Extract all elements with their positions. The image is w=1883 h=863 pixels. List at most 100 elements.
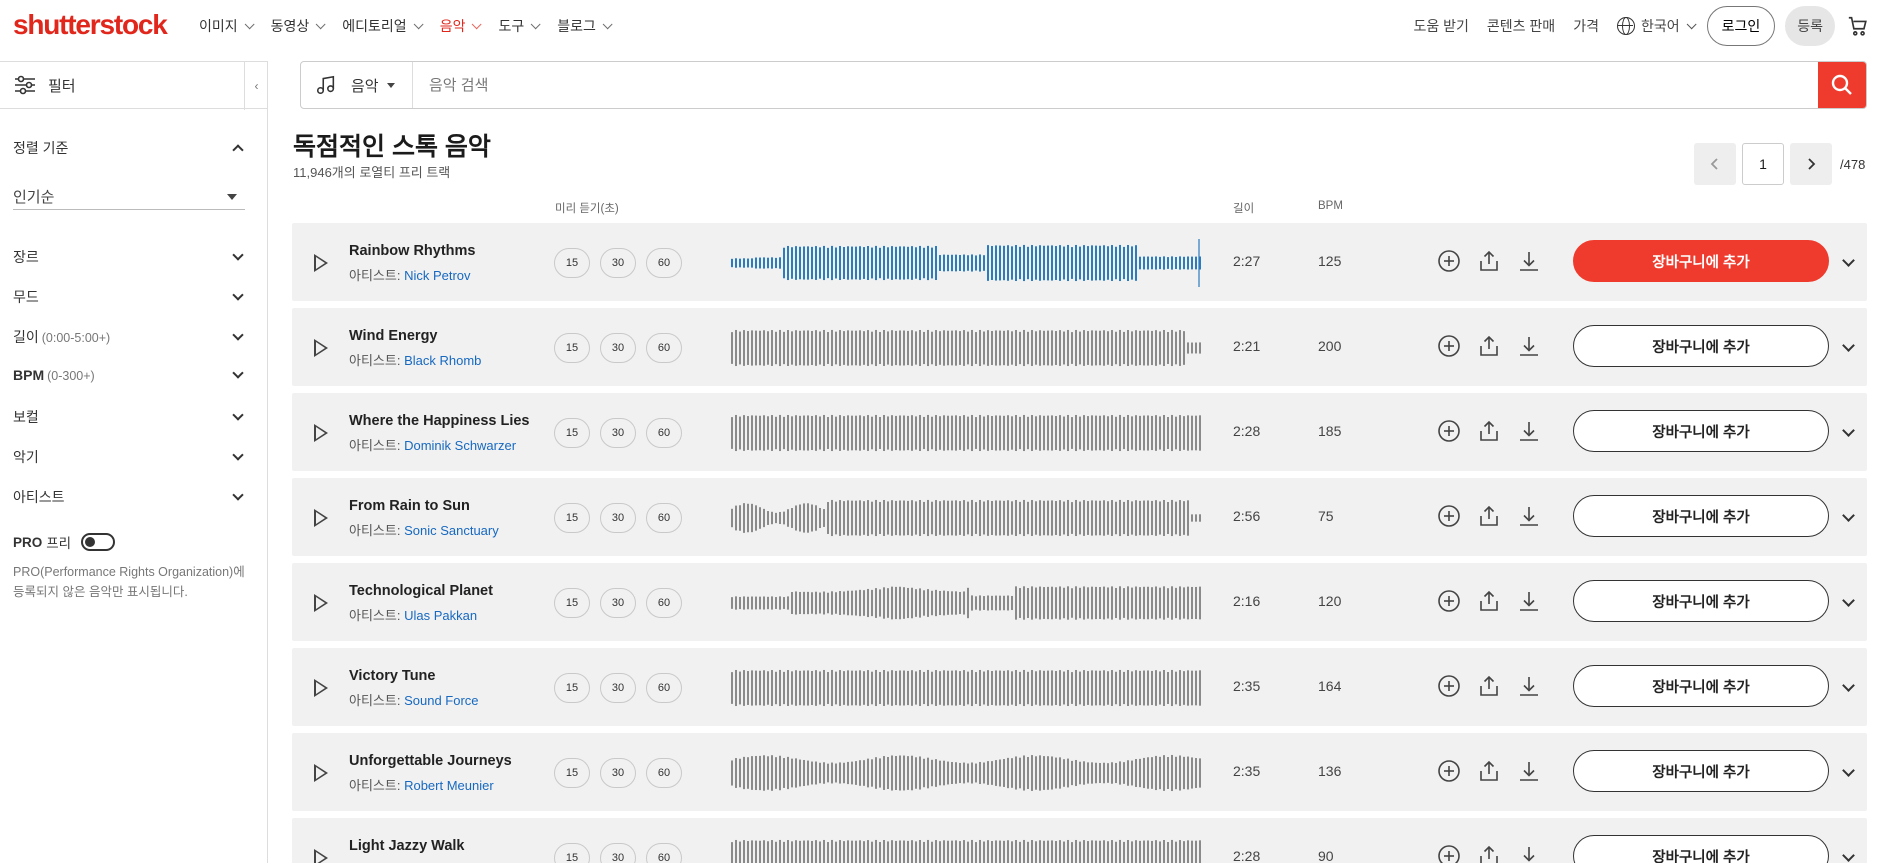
share-icon[interactable]	[1477, 589, 1501, 613]
preview-30-button[interactable]: 30	[600, 418, 636, 448]
add-to-collection-icon[interactable]	[1437, 334, 1461, 358]
artist-link[interactable]: Nick Petrov	[404, 268, 470, 283]
chevron-down-icon[interactable]	[1842, 254, 1855, 267]
add-to-collection-icon[interactable]	[1437, 759, 1461, 783]
filter-bar[interactable]: 필터 ‹	[0, 61, 268, 110]
chevron-down-icon[interactable]	[1842, 339, 1855, 352]
artist-link[interactable]: Dominik Schwarzer	[404, 438, 516, 453]
play-icon[interactable]	[314, 509, 328, 527]
add-to-cart-button[interactable]: 장바구니에 추가	[1573, 240, 1829, 282]
signup-button[interactable]: 등록	[1785, 6, 1835, 46]
download-icon[interactable]	[1517, 589, 1541, 613]
filter-vocals[interactable]: 보컬	[13, 407, 245, 427]
add-to-collection-icon[interactable]	[1437, 674, 1461, 698]
page-number-input[interactable]: 1	[1742, 143, 1784, 185]
preview-30-button[interactable]: 30	[600, 248, 636, 278]
download-icon[interactable]	[1517, 844, 1541, 863]
waveform[interactable]	[727, 747, 1202, 799]
add-to-cart-button[interactable]: 장바구니에 추가	[1573, 835, 1829, 863]
artist-link[interactable]: Sound Force	[404, 693, 478, 708]
play-icon[interactable]	[314, 679, 328, 697]
preview-15-button[interactable]: 15	[554, 758, 590, 788]
next-page-button[interactable]	[1790, 143, 1832, 185]
nav-video[interactable]: 동영상	[271, 16, 326, 36]
add-to-cart-button[interactable]: 장바구니에 추가	[1573, 325, 1829, 367]
waveform[interactable]	[727, 662, 1202, 714]
share-icon[interactable]	[1477, 759, 1501, 783]
track-title[interactable]: Wind Energy	[349, 328, 438, 344]
track-title[interactable]: Rainbow Rhythms	[349, 243, 475, 259]
preview-15-button[interactable]: 15	[554, 248, 590, 278]
play-icon[interactable]	[314, 764, 328, 782]
artist-link[interactable]: Sonic Sanctuary	[404, 523, 499, 538]
help-link[interactable]: 도움 받기	[1413, 16, 1468, 36]
download-icon[interactable]	[1517, 334, 1541, 358]
play-icon[interactable]	[314, 424, 328, 442]
prev-page-button[interactable]	[1694, 143, 1736, 185]
filter-artist[interactable]: 아티스트	[13, 487, 245, 507]
share-icon[interactable]	[1477, 334, 1501, 358]
filter-mood[interactable]: 무드	[13, 287, 245, 307]
preview-60-button[interactable]: 60	[646, 333, 682, 363]
preview-60-button[interactable]: 60	[646, 248, 682, 278]
filter-genre[interactable]: 장르	[13, 247, 245, 267]
sell-content-link[interactable]: 콘텐츠 판매	[1487, 16, 1555, 36]
download-icon[interactable]	[1517, 249, 1541, 273]
play-icon[interactable]	[314, 849, 328, 863]
share-icon[interactable]	[1477, 419, 1501, 443]
preview-60-button[interactable]: 60	[646, 758, 682, 788]
waveform[interactable]	[727, 492, 1202, 544]
filter-instruments[interactable]: 악기	[13, 447, 245, 467]
add-to-collection-icon[interactable]	[1437, 844, 1461, 863]
preview-15-button[interactable]: 15	[554, 673, 590, 703]
search-button[interactable]	[1818, 62, 1866, 108]
chevron-down-icon[interactable]	[1842, 594, 1855, 607]
nav-blog[interactable]: 블로그	[557, 16, 613, 36]
preview-15-button[interactable]: 15	[554, 588, 590, 618]
preview-30-button[interactable]: 30	[600, 758, 636, 788]
waveform[interactable]	[727, 322, 1202, 374]
download-icon[interactable]	[1517, 759, 1541, 783]
track-title[interactable]: Technological Planet	[349, 583, 493, 599]
cart-icon[interactable]	[1847, 15, 1869, 37]
add-to-cart-button[interactable]: 장바구니에 추가	[1573, 495, 1829, 537]
add-to-collection-icon[interactable]	[1437, 249, 1461, 273]
artist-link[interactable]: Ulas Pakkan	[404, 608, 477, 623]
add-to-cart-button[interactable]: 장바구니에 추가	[1573, 750, 1829, 792]
preview-30-button[interactable]: 30	[600, 503, 636, 533]
preview-30-button[interactable]: 30	[600, 333, 636, 363]
language-selector[interactable]: 한국어	[1616, 16, 1697, 36]
sort-section-header[interactable]: 정렬 기준	[13, 138, 245, 158]
chevron-down-icon[interactable]	[1842, 849, 1855, 862]
add-to-cart-button[interactable]: 장바구니에 추가	[1573, 410, 1829, 452]
chevron-down-icon[interactable]	[1842, 679, 1855, 692]
preview-15-button[interactable]: 15	[554, 333, 590, 363]
chevron-down-icon[interactable]	[1842, 764, 1855, 777]
share-icon[interactable]	[1477, 249, 1501, 273]
preview-60-button[interactable]: 60	[646, 588, 682, 618]
add-to-collection-icon[interactable]	[1437, 589, 1461, 613]
nav-tools[interactable]: 도구	[498, 16, 541, 36]
artist-link[interactable]: Black Rhomb	[404, 353, 481, 368]
preview-60-button[interactable]: 60	[646, 843, 682, 863]
download-icon[interactable]	[1517, 504, 1541, 528]
artist-link[interactable]: Robert Meunier	[404, 778, 494, 793]
track-title[interactable]: Unforgettable Journeys	[349, 753, 512, 769]
share-icon[interactable]	[1477, 844, 1501, 863]
preview-30-button[interactable]: 30	[600, 588, 636, 618]
track-title[interactable]: Victory Tune	[349, 668, 435, 684]
preview-60-button[interactable]: 60	[646, 673, 682, 703]
share-icon[interactable]	[1477, 504, 1501, 528]
play-icon[interactable]	[314, 254, 328, 272]
preview-60-button[interactable]: 60	[646, 418, 682, 448]
chevron-down-icon[interactable]	[1842, 509, 1855, 522]
filter-bpm[interactable]: BPM (0-300+)	[13, 367, 245, 383]
track-title[interactable]: From Rain to Sun	[349, 498, 470, 514]
track-title[interactable]: Where the Happiness Lies	[349, 413, 530, 429]
share-icon[interactable]	[1477, 674, 1501, 698]
collapse-sidebar-button[interactable]: ‹	[244, 62, 268, 110]
download-icon[interactable]	[1517, 419, 1541, 443]
add-to-cart-button[interactable]: 장바구니에 추가	[1573, 580, 1829, 622]
download-icon[interactable]	[1517, 674, 1541, 698]
shutterstock-logo[interactable]: shutterstock	[13, 9, 168, 41]
